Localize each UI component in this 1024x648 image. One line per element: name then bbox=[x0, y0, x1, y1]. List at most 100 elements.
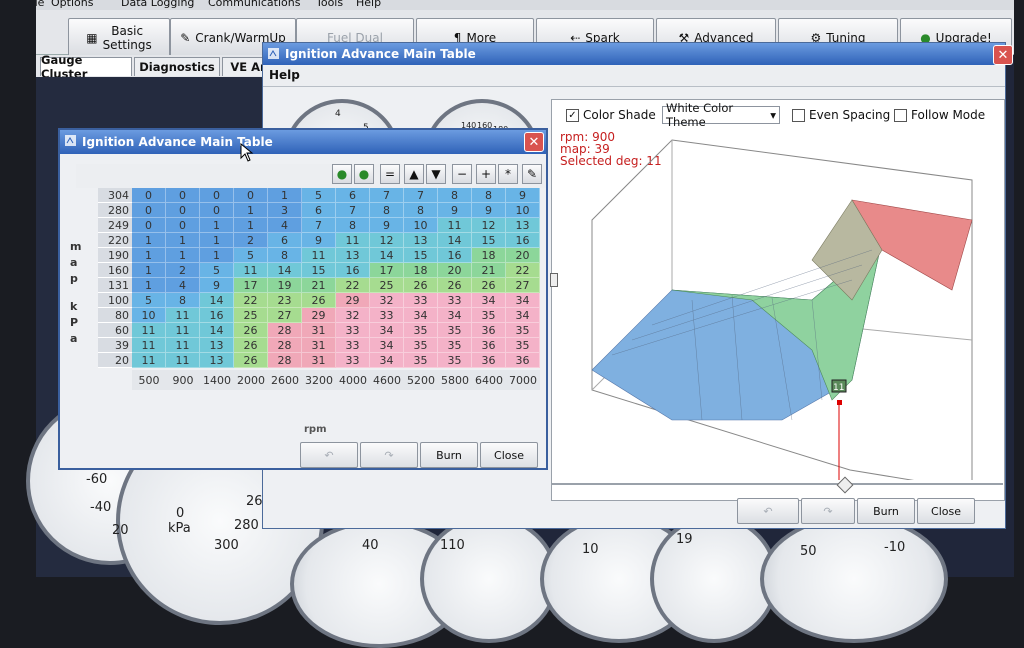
table-cell[interactable]: 17 bbox=[370, 263, 404, 278]
3d-plot-panel[interactable]: ✓ Color Shade White Color Theme ▾ Even S… bbox=[551, 99, 1005, 501]
table-cell[interactable]: 7 bbox=[404, 188, 438, 203]
set-equal-button[interactable]: = bbox=[380, 164, 400, 184]
table-cell[interactable]: 27 bbox=[268, 308, 302, 323]
table-cell[interactable]: 7 bbox=[336, 203, 370, 218]
table-cell[interactable]: 29 bbox=[336, 293, 370, 308]
table-cell[interactable]: 0 bbox=[132, 218, 166, 233]
table-cell[interactable]: 10 bbox=[132, 308, 166, 323]
close-button[interactable]: Close bbox=[917, 498, 975, 524]
table-cell[interactable]: 11 bbox=[166, 323, 200, 338]
table-cell[interactable]: 11 bbox=[132, 338, 166, 353]
table-cell[interactable]: 11 bbox=[234, 263, 268, 278]
vertical-slider-handle[interactable] bbox=[550, 273, 558, 287]
table-cell[interactable]: 21 bbox=[302, 278, 336, 293]
table-cell[interactable]: 7 bbox=[370, 188, 404, 203]
table-cell[interactable]: 1 bbox=[132, 248, 166, 263]
close-icon[interactable]: ✕ bbox=[524, 132, 544, 152]
close-button[interactable]: Close bbox=[480, 442, 538, 468]
table-cell[interactable]: 8 bbox=[370, 203, 404, 218]
table-cell[interactable]: 1 bbox=[234, 203, 268, 218]
table-cell[interactable]: 17 bbox=[234, 278, 268, 293]
table-cell[interactable]: 33 bbox=[336, 353, 370, 368]
table-cell[interactable]: 14 bbox=[438, 233, 472, 248]
table-cell[interactable]: 1 bbox=[132, 278, 166, 293]
table-cell[interactable]: 33 bbox=[370, 308, 404, 323]
table-cell[interactable]: 18 bbox=[472, 248, 506, 263]
table-cell[interactable]: 26 bbox=[472, 278, 506, 293]
table-cell[interactable]: 36 bbox=[472, 353, 506, 368]
table-cell[interactable]: 22 bbox=[506, 263, 540, 278]
table-cell[interactable]: 11 bbox=[166, 338, 200, 353]
table-cell[interactable]: 36 bbox=[506, 353, 540, 368]
table-cell[interactable]: 36 bbox=[472, 323, 506, 338]
menu-options[interactable]: Options bbox=[51, 0, 93, 9]
table-cell[interactable]: 32 bbox=[370, 293, 404, 308]
table-cell[interactable]: 8 bbox=[472, 188, 506, 203]
table-cell[interactable]: 35 bbox=[506, 338, 540, 353]
menu-tools[interactable]: Tools bbox=[316, 0, 343, 9]
menu-help[interactable]: Help bbox=[356, 0, 381, 9]
table-cell[interactable]: 35 bbox=[438, 323, 472, 338]
table-cell[interactable]: 14 bbox=[370, 248, 404, 263]
raise-button[interactable]: ▲ bbox=[404, 164, 424, 184]
table-cell[interactable]: 11 bbox=[166, 353, 200, 368]
table-cell[interactable]: 0 bbox=[166, 188, 200, 203]
table-cell[interactable]: 13 bbox=[506, 218, 540, 233]
table-cell[interactable]: 29 bbox=[302, 308, 336, 323]
table-cell[interactable]: 23 bbox=[268, 293, 302, 308]
table-cell[interactable]: 0 bbox=[166, 218, 200, 233]
table-cell[interactable]: 0 bbox=[166, 203, 200, 218]
table-cell[interactable]: 11 bbox=[132, 353, 166, 368]
increment-icon[interactable]: ● bbox=[332, 164, 352, 184]
table-cell[interactable]: 6 bbox=[302, 203, 336, 218]
menu-communications[interactable]: Communications bbox=[208, 0, 300, 9]
table-cell[interactable]: 28 bbox=[268, 353, 302, 368]
table-cell[interactable]: 13 bbox=[200, 353, 234, 368]
table-cell[interactable]: 0 bbox=[234, 188, 268, 203]
table-cell[interactable]: 16 bbox=[438, 248, 472, 263]
burn-button[interactable]: Burn bbox=[420, 442, 478, 468]
table-cell[interactable]: 1 bbox=[200, 248, 234, 263]
table-cell[interactable]: 0 bbox=[132, 188, 166, 203]
table-cell[interactable]: 8 bbox=[336, 218, 370, 233]
table-cell[interactable]: 8 bbox=[404, 203, 438, 218]
table-cell[interactable]: 18 bbox=[404, 263, 438, 278]
table-cell[interactable]: 28 bbox=[268, 323, 302, 338]
table-cell[interactable]: 25 bbox=[234, 308, 268, 323]
table-cell[interactable]: 6 bbox=[268, 233, 302, 248]
table-cell[interactable]: 9 bbox=[472, 203, 506, 218]
table-cell[interactable]: 1 bbox=[200, 218, 234, 233]
table-cell[interactable]: 14 bbox=[200, 323, 234, 338]
table-cell[interactable]: 1 bbox=[132, 263, 166, 278]
table-cell[interactable]: 15 bbox=[302, 263, 336, 278]
edit-icon[interactable]: ✎ bbox=[522, 164, 542, 184]
table-cell[interactable]: 8 bbox=[268, 248, 302, 263]
table-cell[interactable]: 11 bbox=[166, 308, 200, 323]
table-cell[interactable]: 1 bbox=[166, 233, 200, 248]
table-cell[interactable]: 7 bbox=[302, 218, 336, 233]
table-cell[interactable]: 9 bbox=[438, 203, 472, 218]
table-cell[interactable]: 33 bbox=[336, 323, 370, 338]
table-cell[interactable]: 20 bbox=[506, 248, 540, 263]
table-cell[interactable]: 1 bbox=[166, 248, 200, 263]
table-cell[interactable]: 33 bbox=[404, 293, 438, 308]
table-cell[interactable]: 35 bbox=[404, 353, 438, 368]
table-cell[interactable]: 21 bbox=[472, 263, 506, 278]
table-cell[interactable]: 2 bbox=[234, 233, 268, 248]
basic-settings-button[interactable]: ▦ Basic Settings bbox=[68, 18, 170, 58]
table-cell[interactable]: 34 bbox=[506, 293, 540, 308]
menu-data-logging[interactable]: Data Logging bbox=[121, 0, 194, 9]
table-cell[interactable]: 14 bbox=[200, 293, 234, 308]
table-cell[interactable]: 28 bbox=[268, 338, 302, 353]
table-cell[interactable]: 11 bbox=[438, 218, 472, 233]
table-cell[interactable]: 26 bbox=[234, 338, 268, 353]
table-cell[interactable]: 4 bbox=[268, 218, 302, 233]
table-cell[interactable]: 1 bbox=[268, 188, 302, 203]
table-cell[interactable]: 10 bbox=[404, 218, 438, 233]
table-cell[interactable]: 33 bbox=[438, 293, 472, 308]
table-cell[interactable]: 31 bbox=[302, 338, 336, 353]
table-cell[interactable]: 26 bbox=[404, 278, 438, 293]
add-button[interactable]: + bbox=[476, 164, 496, 184]
table-cell[interactable]: 0 bbox=[200, 188, 234, 203]
subtract-button[interactable]: − bbox=[452, 164, 472, 184]
